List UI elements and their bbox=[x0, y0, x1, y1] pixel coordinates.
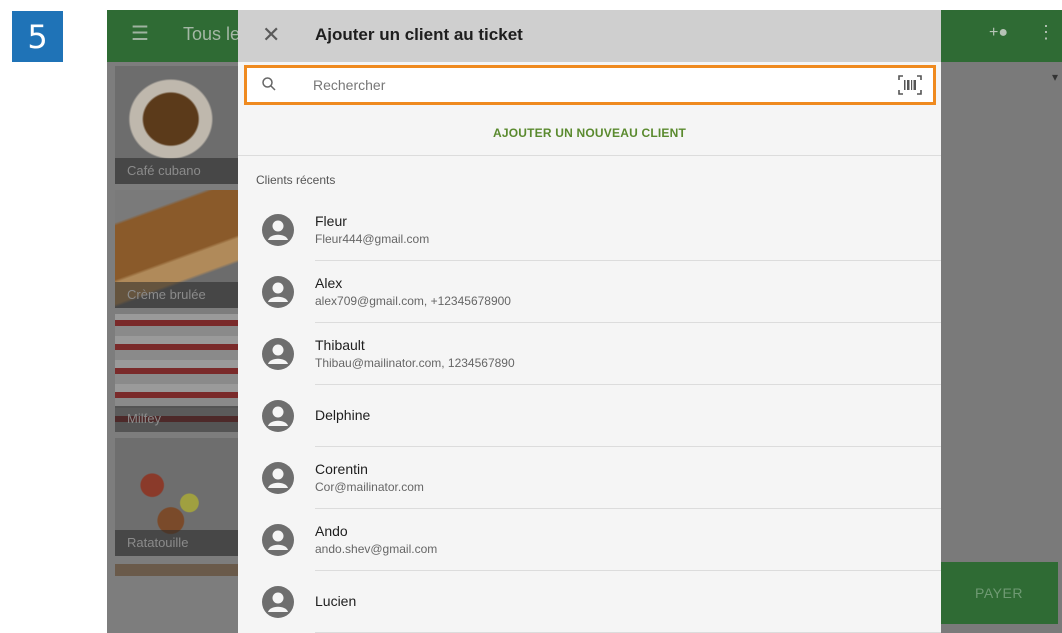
app-bar-title: Tous le bbox=[183, 24, 241, 44]
product-label: Café cubano bbox=[115, 158, 239, 184]
hamburger-icon[interactable]: ☰ bbox=[131, 24, 151, 44]
client-contact: Thibau@mailinator.com, 1234567890 bbox=[315, 356, 515, 370]
divider bbox=[238, 155, 941, 156]
search-bar bbox=[244, 65, 936, 105]
account-circle-icon bbox=[262, 400, 294, 432]
client-name: Ando bbox=[315, 523, 348, 539]
dialog-title: Ajouter un client au ticket bbox=[315, 25, 523, 44]
product-tile[interactable]: Ratatouille bbox=[115, 438, 239, 556]
client-contact: ando.shev@gmail.com bbox=[315, 542, 438, 556]
search-input[interactable] bbox=[313, 74, 873, 96]
ticket-panel: ▾ bbox=[940, 62, 1062, 633]
search-icon bbox=[262, 77, 276, 91]
client-name: Alex bbox=[315, 275, 343, 291]
product-tile[interactable]: Crème brulée bbox=[115, 190, 239, 308]
account-circle-icon bbox=[262, 462, 294, 494]
product-label: Ratatouille bbox=[115, 530, 239, 556]
barcode-scan-icon[interactable] bbox=[897, 74, 923, 96]
client-list-item[interactable]: Lucien bbox=[238, 571, 941, 633]
client-name: Thibault bbox=[315, 337, 365, 353]
account-circle-icon bbox=[262, 338, 294, 370]
person-add-icon[interactable]: +● bbox=[989, 24, 1008, 42]
recent-clients-list: Fleur Fleur444@gmail.com Alex alex709@gmail… bbox=[238, 199, 941, 633]
chevron-down-icon[interactable]: ▾ bbox=[1052, 70, 1058, 84]
client-contact: Cor@mailinator.com bbox=[315, 480, 424, 494]
pay-button[interactable]: PAYER bbox=[940, 562, 1058, 624]
more-vert-icon[interactable]: ⋮ bbox=[1037, 22, 1055, 43]
client-list-item[interactable]: Ando ando.shev@gmail.com bbox=[238, 509, 941, 571]
client-list-item[interactable]: Delphine bbox=[238, 385, 941, 447]
product-tile[interactable]: Café cubano bbox=[115, 66, 239, 184]
recent-clients-heading: Clients récents bbox=[256, 173, 336, 187]
product-label: Milfey bbox=[115, 406, 239, 432]
step-number-badge: 5 bbox=[12, 11, 63, 62]
account-circle-icon bbox=[262, 276, 294, 308]
client-list-item[interactable]: Thibault Thibau@mailinator.com, 123456789… bbox=[238, 323, 941, 385]
client-list-item[interactable]: Fleur Fleur444@gmail.com bbox=[238, 199, 941, 261]
client-name: Lucien bbox=[315, 593, 357, 609]
account-circle-icon bbox=[262, 524, 294, 556]
client-name: Fleur bbox=[315, 213, 347, 229]
client-name: Corentin bbox=[315, 461, 368, 477]
product-grid: Café cubano Crème brulée Milfey Ratatoui… bbox=[115, 66, 239, 562]
product-label: Crème brulée bbox=[115, 282, 239, 308]
account-circle-icon bbox=[262, 214, 294, 246]
client-contact: Fleur444@gmail.com bbox=[315, 232, 430, 246]
product-tile[interactable]: Milfey bbox=[115, 314, 239, 432]
add-client-dialog: ✕ Ajouter un client au ticket AJOUTER UN… bbox=[238, 10, 941, 633]
add-new-client-button[interactable]: AJOUTER UN NOUVEAU CLIENT bbox=[238, 111, 941, 155]
product-tile-partial bbox=[115, 564, 239, 576]
client-list-item[interactable]: Alex alex709@gmail.com, +12345678900 bbox=[238, 261, 941, 323]
client-contact: alex709@gmail.com, +12345678900 bbox=[315, 294, 511, 308]
client-name: Delphine bbox=[315, 407, 371, 423]
dialog-header: ✕ Ajouter un client au ticket bbox=[238, 10, 941, 62]
account-circle-icon bbox=[262, 586, 294, 618]
client-list-item[interactable]: Corentin Cor@mailinator.com bbox=[238, 447, 941, 509]
close-icon[interactable]: ✕ bbox=[262, 22, 280, 48]
